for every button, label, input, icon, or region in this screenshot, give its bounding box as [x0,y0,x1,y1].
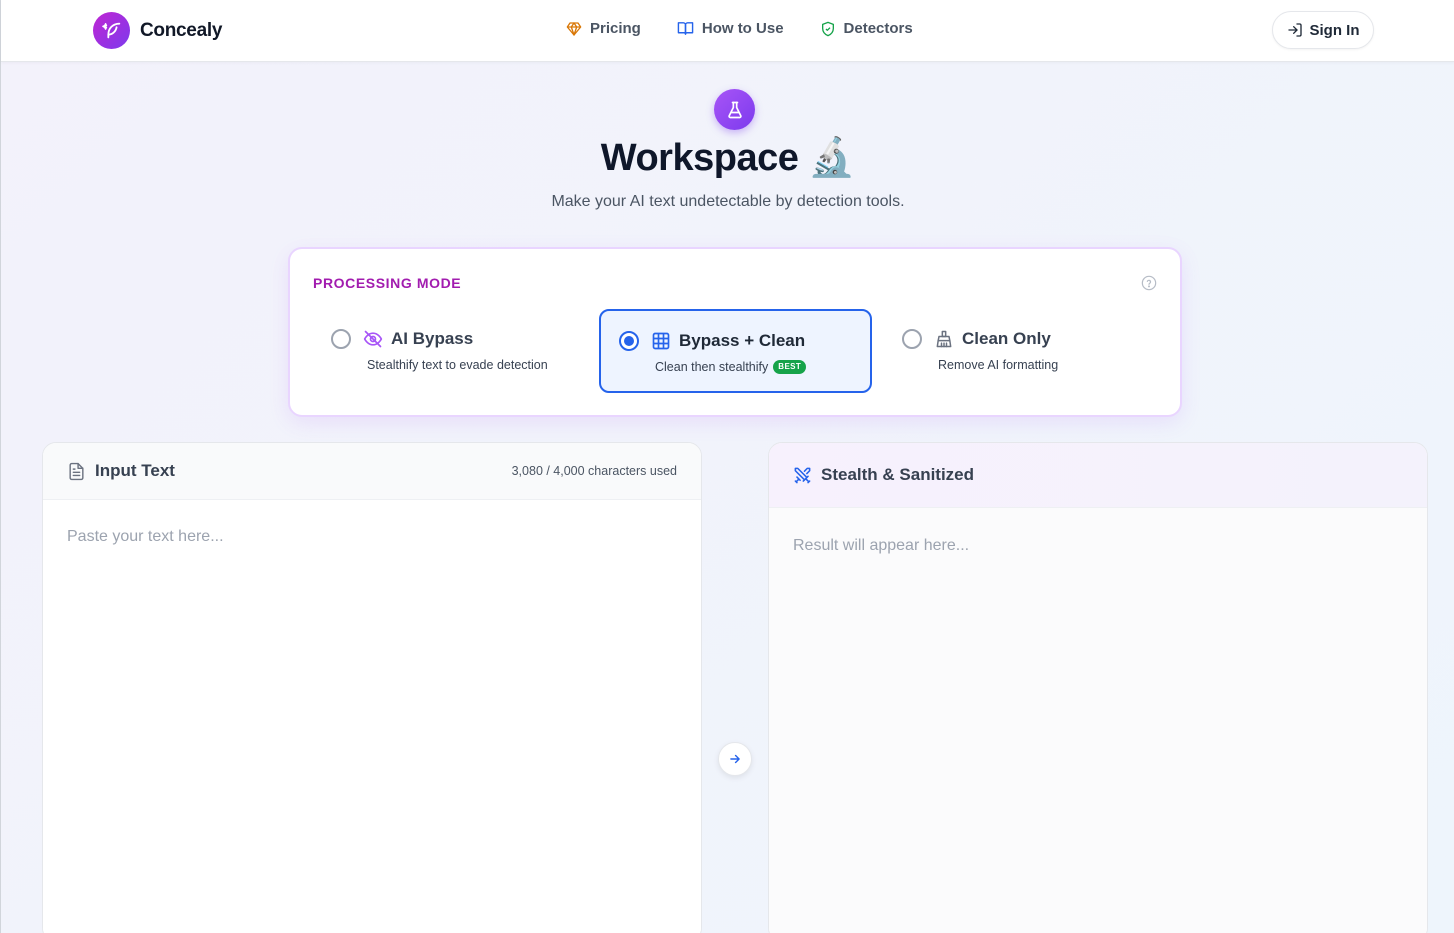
main-nav: Pricing How to Use Detectors [566,20,913,37]
mode-option-description: Remove AI formatting [938,358,1058,372]
log-in-icon [1287,23,1302,37]
swords-icon [794,467,811,483]
output-panel-header: Stealth & Sanitized [769,443,1427,508]
mode-option-description-text: Remove AI formatting [938,358,1059,372]
best-badge: BEST [773,360,807,374]
nav-how-to-use-label: How to Use [701,20,784,37]
page-title: Workspace 🔬 [600,137,856,179]
input-panel-title-text: Input Text [95,461,175,480]
processing-mode-title: PROCESSING MODE [313,275,462,291]
eye-off-icon [363,329,383,349]
arrow-right-icon [730,754,740,764]
input-panel-body [43,500,701,933]
book-open-icon [677,22,694,35]
page-subtitle: Make your AI text undetectable by detect… [551,193,905,210]
mode-option-description-text: Clean then stealthify [655,360,769,374]
sign-in-button[interactable]: Sign In [1272,11,1374,49]
character-count: 3,080 / 4,000 characters used [511,464,677,478]
nav-detectors[interactable]: Detectors [820,20,913,37]
input-panel-header: Input Text 3,080 / 4,000 characters used [43,443,701,500]
mode-option-description: Stealthify text to evade detection [367,358,548,372]
mode-option-clean-only[interactable]: Clean Only Remove AI formatting [884,309,1154,393]
grid-icon [651,331,671,351]
mode-option-ai-bypass[interactable]: AI Bypass Stealthify text to evade detec… [313,309,583,393]
nav-how-to-use[interactable]: How to Use [677,20,784,37]
mode-option-description: Clean then stealthify BEST [655,360,807,374]
result-placeholder: Result will appear here... [793,537,970,554]
file-text-icon [69,462,84,480]
output-panel-title: Stealth & Sanitized [793,465,974,485]
brush-icon [934,329,954,349]
processing-mode-card: PROCESSING MODE AI Bypass Stealthify tex… [288,247,1182,417]
mode-option-label: AI Bypass [391,329,474,348]
brand-name: Concealy [140,19,223,41]
radio-bypass-clean[interactable] [619,331,639,351]
nav-pricing[interactable]: Pricing [566,20,641,37]
input-textarea[interactable] [67,528,677,888]
nav-pricing-label: Pricing [590,20,641,37]
transform-button[interactable] [718,742,752,776]
output-panel: Stealth & Sanitized Result will appear h… [768,442,1428,933]
feather-logo-icon [93,12,130,49]
mode-option-label: Bypass + Clean [679,331,806,350]
brand[interactable]: Concealy [93,12,222,49]
input-panel: Input Text 3,080 / 4,000 characters used [42,442,702,933]
output-panel-title-text: Stealth & Sanitized [821,465,975,484]
nav-detectors-label: Detectors [843,20,913,37]
help-circle-icon[interactable] [1141,275,1157,296]
flask-icon [714,89,755,130]
mode-option-label: Clean Only [962,329,1051,348]
radio-clean-only[interactable] [902,329,922,349]
mode-option-bypass-clean[interactable]: Bypass + Clean Clean then stealthify BES… [599,309,872,393]
output-panel-body: Result will appear here... [769,508,1427,933]
radio-ai-bypass[interactable] [331,329,351,349]
input-panel-title: Input Text [67,461,175,481]
mode-option-description-text: Stealthify text to evade detection [367,358,548,372]
gem-icon [566,21,582,36]
top-navbar: Concealy Pricing How to Use Detectors Si… [1,0,1454,62]
sign-in-label: Sign In [1309,21,1360,39]
shield-check-icon [821,21,834,36]
